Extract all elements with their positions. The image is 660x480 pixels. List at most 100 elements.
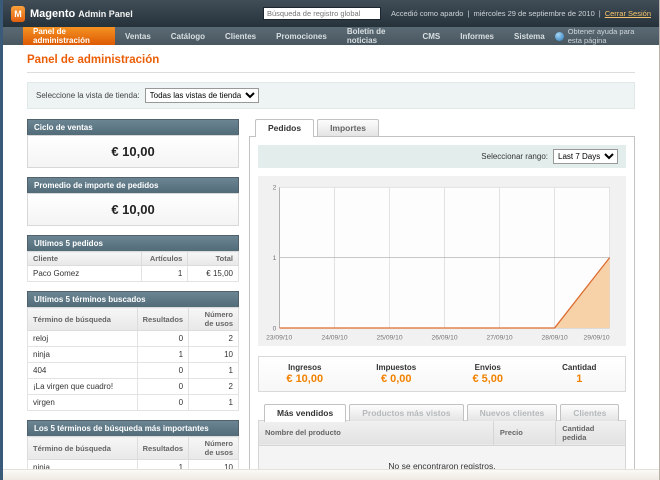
table-cell: 1 [141, 266, 187, 282]
table-cell: 1 [137, 460, 188, 470]
brand-title: Magento Admin Panel [30, 8, 133, 20]
range-select[interactable]: Last 7 Days [553, 149, 618, 164]
table-cell: ninja [28, 347, 138, 363]
average-orders-value: € 10,00 [27, 193, 239, 226]
nav-item-sales[interactable]: Ventas [115, 27, 161, 45]
magento-admin-window: M Magento Admin Panel Accedió como apard… [0, 0, 660, 480]
orders-chart-svg: 01223/09/1024/09/1025/09/1026/09/1027/09… [264, 181, 620, 345]
widget-title: Ciclo de ventas [27, 119, 239, 135]
table-cell: 1 [189, 363, 239, 379]
help-label: Obtener ayuda para esta página [568, 27, 649, 45]
stat-tax: Impuestos € 0,00 [351, 363, 443, 385]
table-cell: 1 [189, 395, 239, 411]
column-header: Resultados [137, 308, 188, 331]
app-header: M Magento Admin Panel Accedió como apard… [3, 0, 659, 27]
nav-item-promotions[interactable]: Promociones [266, 27, 337, 45]
average-orders-widget: Promedio de importe de pedidos € 10,00 [27, 177, 239, 226]
column-header: Precio [493, 420, 555, 445]
table-cell: ¡La virgen que cuadro! [28, 379, 138, 395]
dashboard-left-column: Ciclo de ventas € 10,00 Promedio de impo… [27, 119, 239, 469]
magento-logo-icon: M [11, 6, 25, 22]
table-cell: 2 [189, 331, 239, 347]
stat-label: Ingresos [259, 363, 351, 372]
svg-text:1: 1 [273, 255, 277, 262]
table-cell: 1 [137, 347, 188, 363]
store-view-select[interactable]: Todas las vistas de tienda [145, 88, 259, 103]
footer-strip [3, 469, 659, 480]
tab-new-customers[interactable]: Nuevos clientes [467, 404, 558, 421]
widget-title: Ultimos 5 términos buscados [27, 291, 239, 307]
range-bar: Seleccionar rango: Last 7 Days [258, 145, 626, 168]
table-cell: 10 [189, 347, 239, 363]
dashboard-right-column: Pedidos Importes Seleccionar rango: Last… [249, 119, 635, 469]
tab-amounts[interactable]: Importes [317, 119, 379, 136]
separator: | [599, 9, 601, 18]
table-cell: 0 [137, 395, 188, 411]
tab-orders[interactable]: Pedidos [255, 119, 314, 137]
page-title: Panel de administración [27, 54, 635, 73]
last-orders-table: Cliente Artículos Total Paco Gomez1€ 15,… [27, 251, 239, 282]
table-cell: 0 [137, 379, 188, 395]
table-cell: ninja [28, 460, 138, 470]
svg-text:24/09/10: 24/09/10 [321, 334, 347, 341]
column-header: Artículos [141, 252, 187, 266]
stat-label: Impuestos [351, 363, 443, 372]
table-row: ¡La virgen que cuadro!02 [28, 379, 239, 395]
svg-text:26/09/10: 26/09/10 [432, 334, 458, 341]
stat-label: Cantidad [534, 363, 626, 372]
svg-text:0: 0 [273, 325, 277, 332]
global-search-input[interactable] [263, 7, 381, 20]
store-view-bar: Seleccione la vista de tienda: Todas las… [27, 82, 635, 109]
nav-item-system[interactable]: Sistema [504, 27, 555, 45]
last-search-terms-widget: Ultimos 5 términos buscados Término de b… [27, 291, 239, 411]
stat-label: Envios [442, 363, 534, 372]
tab-customers[interactable]: Clientes [560, 404, 619, 421]
lifetime-sales-widget: Ciclo de ventas € 10,00 [27, 119, 239, 168]
tab-bestsellers[interactable]: Más vendidos [264, 404, 346, 422]
nav-item-catalog[interactable]: Catálogo [161, 27, 215, 45]
svg-text:28/09/10: 28/09/10 [542, 334, 568, 341]
logged-in-text: Accedió como apardo [391, 9, 464, 18]
page-help-link[interactable]: Obtener ayuda para esta página [555, 27, 649, 45]
column-header: Total [188, 252, 239, 266]
table-cell: virgen [28, 395, 138, 411]
stat-shipping: Envios € 5,00 [442, 363, 534, 385]
logout-link[interactable]: Cerrar Sesión [605, 9, 651, 18]
nav-item-customers[interactable]: Clientes [215, 27, 266, 45]
table-row: Paco Gomez1€ 15,00 [28, 266, 239, 282]
column-header: Cliente [28, 252, 142, 266]
store-view-label: Seleccione la vista de tienda: [36, 91, 140, 100]
grids-tabs: Más vendidos Productos más vistos Nuevos… [258, 404, 626, 421]
separator: | [467, 9, 469, 18]
widget-title: Ultimos 5 pedidos [27, 235, 239, 251]
stat-revenue: Ingresos € 10,00 [259, 363, 351, 385]
table-cell: Paco Gomez [28, 266, 142, 282]
stat-value: € 5,00 [442, 373, 534, 385]
tab-most-viewed[interactable]: Productos más vistos [349, 404, 463, 421]
chart-tabs: Pedidos Importes [249, 119, 635, 136]
last-search-terms-table: Término de búsqueda Resultados Número de… [27, 307, 239, 411]
stat-value: 1 [534, 373, 626, 385]
table-cell: 2 [189, 379, 239, 395]
nav-item-dashboard[interactable]: Panel de administración [23, 27, 115, 45]
nav-item-newsletter[interactable]: Boletín de noticias [337, 27, 413, 45]
magento-logo: M Magento Admin Panel [11, 6, 133, 22]
empty-row: No se encontraron registros. [259, 445, 626, 469]
dashboard-content: Panel de administración Seleccione la vi… [3, 45, 659, 469]
table-row: virgen01 [28, 395, 239, 411]
brand-suffix: Admin Panel [78, 9, 133, 19]
main-nav: Panel de administración Ventas Catálogo … [3, 27, 659, 45]
table-row: ninja110 [28, 347, 239, 363]
widget-title: Los 5 términos de búsqueda más important… [27, 420, 239, 436]
range-label: Seleccionar rango: [481, 152, 548, 161]
svg-text:27/09/10: 27/09/10 [487, 334, 513, 341]
orders-chart: 01223/09/1024/09/1025/09/1026/09/1027/09… [258, 176, 626, 346]
brand-name: Magento [30, 8, 75, 20]
nav-item-cms[interactable]: CMS [412, 27, 450, 45]
column-header: Número de usos [189, 308, 239, 331]
table-cell: 0 [137, 363, 188, 379]
nav-item-reports[interactable]: Informes [450, 27, 504, 45]
lifetime-sales-value: € 10,00 [27, 135, 239, 168]
table-cell: € 15,00 [188, 266, 239, 282]
orders-panel: Seleccionar rango: Last 7 Days 01223/09/… [249, 136, 635, 469]
